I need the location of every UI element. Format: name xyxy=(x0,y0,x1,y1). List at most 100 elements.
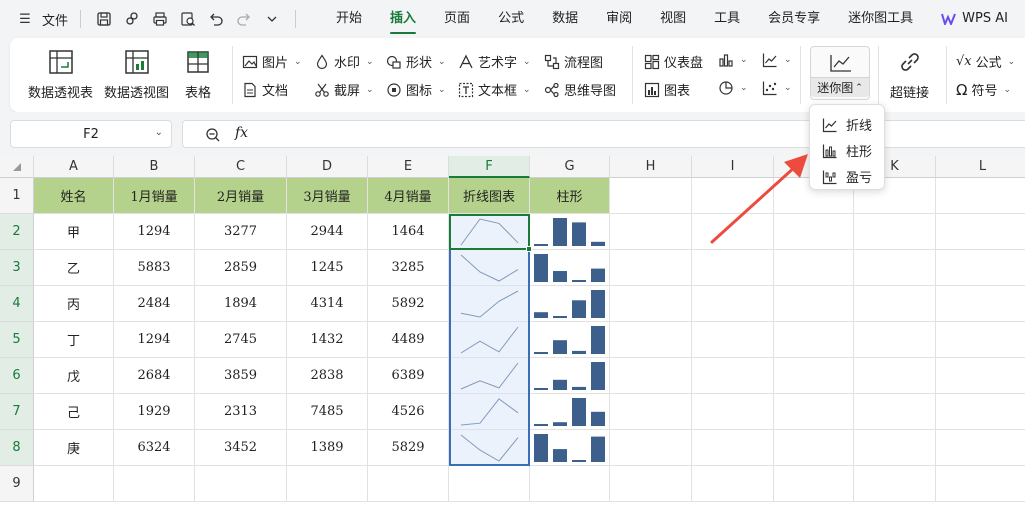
scatter-chart-dropdown[interactable]: ⌄ xyxy=(762,80,792,96)
watermark-button[interactable]: 水印 ⌄ xyxy=(314,52,374,71)
column-header-h[interactable]: H xyxy=(610,156,692,178)
table-cell[interactable] xyxy=(34,466,114,502)
header-cell[interactable]: 4月销量 xyxy=(368,178,449,214)
table-cell[interactable] xyxy=(368,466,449,502)
table-cell[interactable] xyxy=(610,250,692,286)
tab-view[interactable]: 视图 xyxy=(646,0,700,38)
table-cell[interactable]: 1464 xyxy=(368,214,449,250)
table-cell[interactable] xyxy=(692,466,774,502)
table-cell[interactable]: 2859 xyxy=(195,250,287,286)
table-cell[interactable] xyxy=(854,394,936,430)
table-cell[interactable] xyxy=(530,466,610,502)
save-icon[interactable] xyxy=(93,8,115,30)
header-cell[interactable]: 1月销量 xyxy=(114,178,195,214)
table-cell[interactable]: 2944 xyxy=(287,214,368,250)
tab-review[interactable]: 审阅 xyxy=(592,0,646,38)
table-cell[interactable] xyxy=(692,322,774,358)
chart-button[interactable]: 图表 xyxy=(644,80,690,99)
table-cell[interactable] xyxy=(936,178,1025,214)
sparkline-column-option[interactable]: 柱形 xyxy=(822,141,872,160)
spreadsheet-grid[interactable]: ABCDEFGHIJKL123456789姓名1月销量2月销量3月销量4月销量折… xyxy=(0,156,1025,517)
table-cell[interactable] xyxy=(774,394,854,430)
column-header-e[interactable]: E xyxy=(368,156,449,178)
table-cell[interactable] xyxy=(936,250,1025,286)
row-header-1[interactable]: 1 xyxy=(0,178,34,214)
textbox-button[interactable]: 文本框 ⌄ xyxy=(458,80,531,99)
tab-data[interactable]: 数据 xyxy=(538,0,592,38)
column-header-g[interactable]: G xyxy=(530,156,610,178)
table-cell[interactable] xyxy=(936,286,1025,322)
select-all-corner[interactable] xyxy=(0,156,34,178)
fill-handle[interactable] xyxy=(526,246,532,252)
table-cell[interactable]: 2684 xyxy=(114,358,195,394)
column-header-b[interactable]: B xyxy=(114,156,195,178)
symbol-button[interactable]: Ω 符号 ⌄ xyxy=(956,80,1011,100)
table-cell[interactable] xyxy=(692,394,774,430)
row-header-3[interactable]: 3 xyxy=(0,250,34,286)
row-header-2[interactable]: 2 xyxy=(0,214,34,250)
header-cell[interactable]: 姓名 xyxy=(34,178,114,214)
table-cell[interactable]: 1245 xyxy=(287,250,368,286)
screenshot-button[interactable]: 截屏 ⌄ xyxy=(314,80,374,99)
table-cell[interactable] xyxy=(195,466,287,502)
hyperlink-button[interactable]: 超链接 xyxy=(890,48,929,101)
table-cell[interactable] xyxy=(610,322,692,358)
table-cell[interactable]: 5829 xyxy=(368,430,449,466)
chevron-down-icon[interactable]: ⌄ xyxy=(155,127,163,138)
row-header-8[interactable]: 8 xyxy=(0,430,34,466)
header-cell[interactable]: 3月销量 xyxy=(287,178,368,214)
hamburger-menu-icon[interactable]: ☰ xyxy=(14,8,36,30)
table-cell[interactable]: 1294 xyxy=(114,322,195,358)
column-header-f[interactable]: F xyxy=(449,156,530,178)
line-chart-dropdown[interactable]: ⌄ xyxy=(762,52,792,68)
table-cell[interactable] xyxy=(692,250,774,286)
table-cell[interactable] xyxy=(610,430,692,466)
table-cell[interactable]: 乙 xyxy=(34,250,114,286)
dashboard-button[interactable]: 仪表盘 xyxy=(644,52,703,71)
picture-button[interactable]: 图片 ⌄ xyxy=(242,52,302,71)
table-cell[interactable]: 4489 xyxy=(368,322,449,358)
row-header-4[interactable]: 4 xyxy=(0,286,34,322)
table-cell[interactable] xyxy=(774,358,854,394)
table-cell[interactable] xyxy=(854,250,936,286)
pie-chart-dropdown[interactable]: ⌄ xyxy=(718,80,748,96)
redo-icon[interactable] xyxy=(233,8,255,30)
table-cell[interactable] xyxy=(114,466,195,502)
table-cell[interactable]: 7485 xyxy=(287,394,368,430)
column-header-d[interactable]: D xyxy=(287,156,368,178)
table-cell[interactable] xyxy=(287,466,368,502)
table-cell[interactable]: 1294 xyxy=(114,214,195,250)
table-cell[interactable]: 甲 xyxy=(34,214,114,250)
header-cell[interactable]: 2月销量 xyxy=(195,178,287,214)
chevron-down-icon[interactable] xyxy=(261,8,283,30)
table-cell[interactable]: 丁 xyxy=(34,322,114,358)
table-cell[interactable]: 2313 xyxy=(195,394,287,430)
column-header-l[interactable]: L xyxy=(936,156,1025,178)
table-cell[interactable] xyxy=(774,250,854,286)
table-cell[interactable] xyxy=(774,286,854,322)
table-cell[interactable] xyxy=(610,214,692,250)
table-cell[interactable] xyxy=(854,358,936,394)
table-cell[interactable] xyxy=(854,286,936,322)
file-menu[interactable]: 文件 xyxy=(42,10,68,29)
tab-page[interactable]: 页面 xyxy=(430,0,484,38)
pivot-chart-button[interactable]: 数据透视图 xyxy=(104,48,169,101)
pivot-table-button[interactable]: 数据透视表 xyxy=(28,48,93,101)
table-cell[interactable]: 3285 xyxy=(368,250,449,286)
table-cell[interactable]: 4526 xyxy=(368,394,449,430)
table-cell[interactable] xyxy=(692,358,774,394)
table-cell[interactable]: 5883 xyxy=(114,250,195,286)
fx-icon[interactable]: fx xyxy=(235,125,248,141)
zoom-out-icon[interactable] xyxy=(205,127,221,143)
print-icon[interactable] xyxy=(149,8,171,30)
table-cell[interactable] xyxy=(610,358,692,394)
header-cell[interactable]: 折线图表 xyxy=(449,178,530,214)
mindmap-button[interactable]: 思维导图 xyxy=(544,80,616,99)
table-cell[interactable] xyxy=(936,358,1025,394)
formula-input[interactable]: fx xyxy=(182,120,1025,148)
table-cell[interactable] xyxy=(936,466,1025,502)
table-cell[interactable] xyxy=(774,430,854,466)
table-cell[interactable]: 庚 xyxy=(34,430,114,466)
table-cell[interactable]: 3452 xyxy=(195,430,287,466)
sparkline-button[interactable]: 迷你图 ⌃ xyxy=(810,46,870,100)
